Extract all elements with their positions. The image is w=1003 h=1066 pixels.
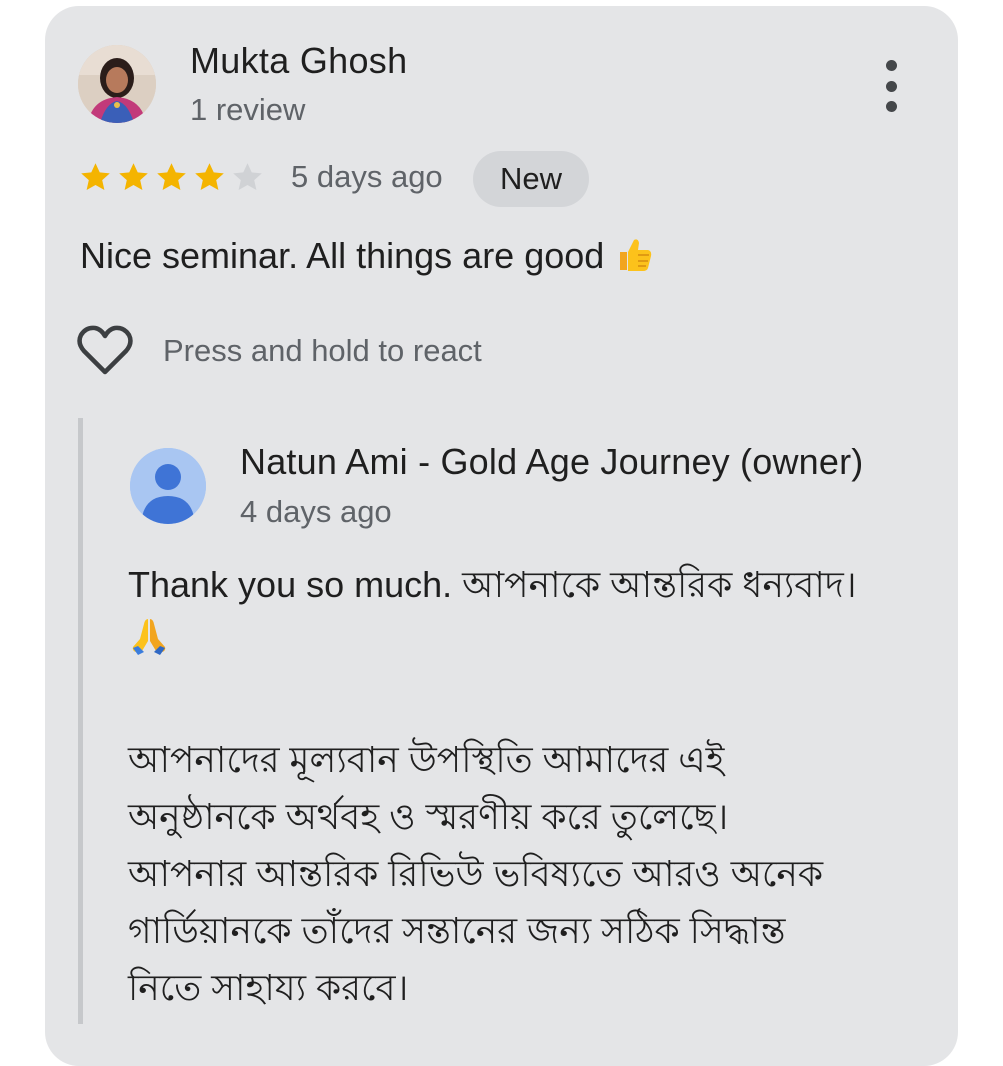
- reply-line: নিতে সাহায্য করবে।: [128, 967, 409, 1009]
- thumbs-up-icon: [614, 234, 654, 283]
- star-rating: [78, 160, 265, 195]
- review-text: Nice seminar. All things are good: [80, 234, 654, 283]
- reply-indent-bar: [78, 418, 83, 1024]
- owner-name[interactable]: Natun Ami - Gold Age Journey (owner): [240, 441, 864, 483]
- more-vert-icon-dot: [885, 60, 897, 71]
- reply-line: Thank you so much. আপনাকে আন্তরিক ধন্যবা…: [128, 564, 857, 605]
- star-empty-icon: [233, 163, 262, 191]
- reviewer-avatar[interactable]: [78, 45, 156, 123]
- more-vert-icon-dot: [885, 80, 897, 92]
- reply-date: 4 days ago: [240, 494, 392, 529]
- new-badge: New: [473, 151, 589, 207]
- star-filled-icon: [195, 163, 224, 191]
- review-date: 5 days ago: [291, 159, 443, 194]
- review-text-content: Nice seminar. All things are good: [80, 235, 605, 277]
- reviewer-photo: [78, 45, 156, 123]
- star-filled-icon: [81, 163, 110, 191]
- person-icon: [130, 448, 206, 524]
- reply-line: গার্ডিয়ানকে তাঁদের সন্তানের জন্য সঠিক স…: [128, 910, 786, 952]
- more-options-button[interactable]: [868, 55, 914, 117]
- owner-avatar[interactable]: [130, 448, 206, 524]
- review-count[interactable]: 1 review: [190, 92, 305, 128]
- reply-line: আপনার আন্তরিক রিভিউ ভবিষ্যতে আরও অনেক: [128, 853, 824, 895]
- star-filled-icon: [119, 163, 148, 191]
- reply-line: আপনাদের মূল্যবান উপস্থিতি আমাদের এই: [128, 739, 725, 781]
- heart-outline-icon[interactable]: [76, 324, 134, 378]
- react-hint[interactable]: Press and hold to react: [163, 333, 482, 369]
- reply-emoji-line: [128, 613, 943, 673]
- owner-reply-text: Thank you so much. আপনাকে আন্তরিক ধন্যবা…: [128, 556, 943, 1016]
- folded-hands-icon: [128, 615, 170, 673]
- more-vert-icon-dot: [885, 101, 897, 112]
- star-filled-icon: [157, 163, 186, 191]
- reviewer-name[interactable]: Mukta Ghosh: [190, 40, 407, 82]
- reply-line: অনুষ্ঠানকে অর্থবহ ও স্মরণীয় করে তুলেছে।: [128, 796, 729, 838]
